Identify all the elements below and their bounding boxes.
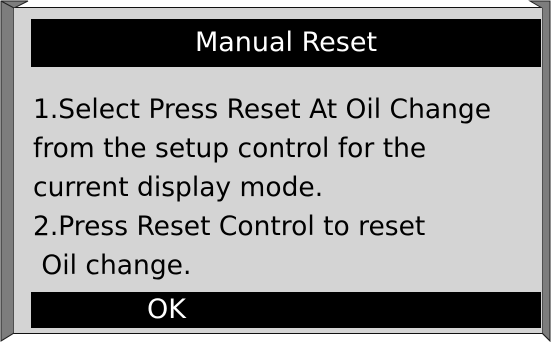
dialog-title-bar: Manual Reset bbox=[31, 19, 541, 67]
message-line: current display mode. bbox=[33, 172, 324, 203]
dialog-title: Manual Reset bbox=[194, 27, 378, 58]
message-line: from the setup control for the bbox=[33, 133, 427, 164]
message-line: 1.Select Press Reset At Oil Change bbox=[33, 94, 492, 125]
message-line: Oil change. bbox=[33, 250, 192, 281]
dialog-message: 1.Select Press Reset At Oil Change from … bbox=[33, 90, 542, 285]
dialog-screen: Manual Reset 1.Select Press Reset At Oil… bbox=[14, 8, 542, 333]
ok-button[interactable]: OK bbox=[31, 292, 541, 328]
ok-button-label: OK bbox=[147, 294, 186, 325]
message-line: 2.Press Reset Control to reset bbox=[33, 211, 426, 242]
